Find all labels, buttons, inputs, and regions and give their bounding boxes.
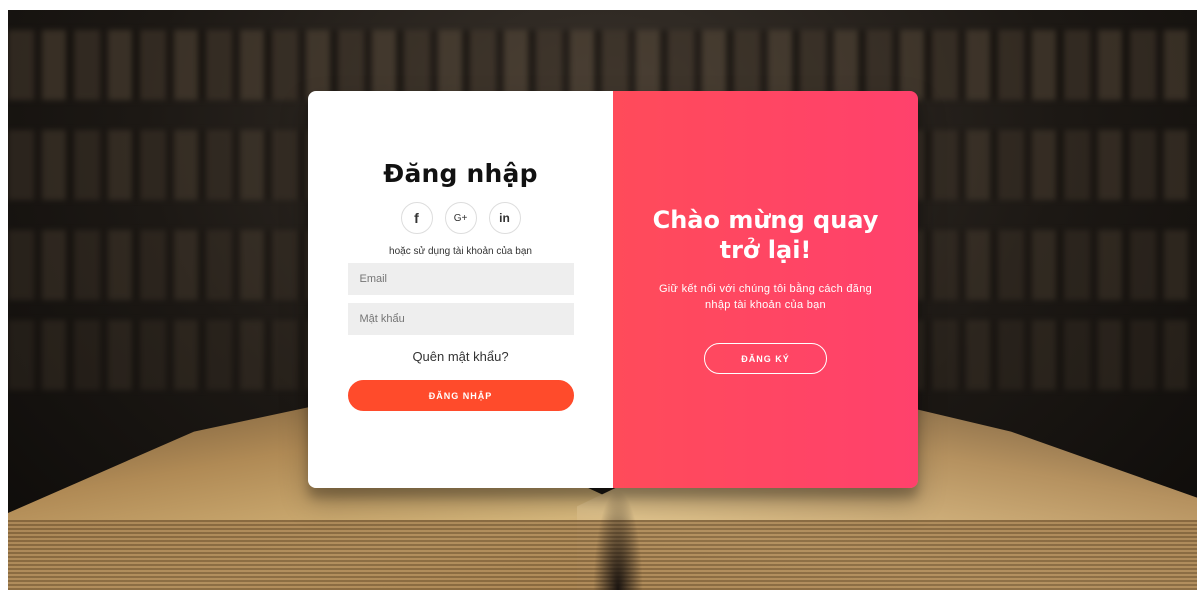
forgot-password-link[interactable]: Quên mật khẩu?	[412, 349, 508, 364]
book-spine	[593, 490, 643, 590]
welcome-subtitle: Giữ kết nối với chúng tôi bằng cách đăng…	[658, 283, 873, 311]
alt-login-hint: hoặc sử dụng tài khoản của bạn	[389, 246, 532, 257]
email-field[interactable]	[347, 263, 574, 295]
welcome-overlay: Chào mừng quay trở lại! Giữ kết nối với …	[613, 91, 918, 488]
linkedin-icon[interactable]: in	[488, 202, 521, 234]
password-field[interactable]	[347, 303, 574, 335]
facebook-icon[interactable]: f	[400, 202, 433, 234]
register-button[interactable]: ĐĂNG KÝ	[704, 343, 827, 374]
login-form: Đăng nhập f G+ in hoặc sử dụng tài khoản…	[308, 91, 613, 488]
login-title: Đăng nhập	[383, 159, 538, 188]
google-plus-icon[interactable]: G+	[444, 202, 477, 234]
social-login-group: f G+ in	[400, 202, 521, 234]
auth-card: Đăng nhập f G+ in hoặc sử dụng tài khoản…	[308, 91, 918, 488]
welcome-title: Chào mừng quay trở lại!	[652, 206, 879, 264]
login-button[interactable]: ĐĂNG NHẬP	[347, 380, 574, 411]
bookshelf-row	[8, 30, 1197, 100]
